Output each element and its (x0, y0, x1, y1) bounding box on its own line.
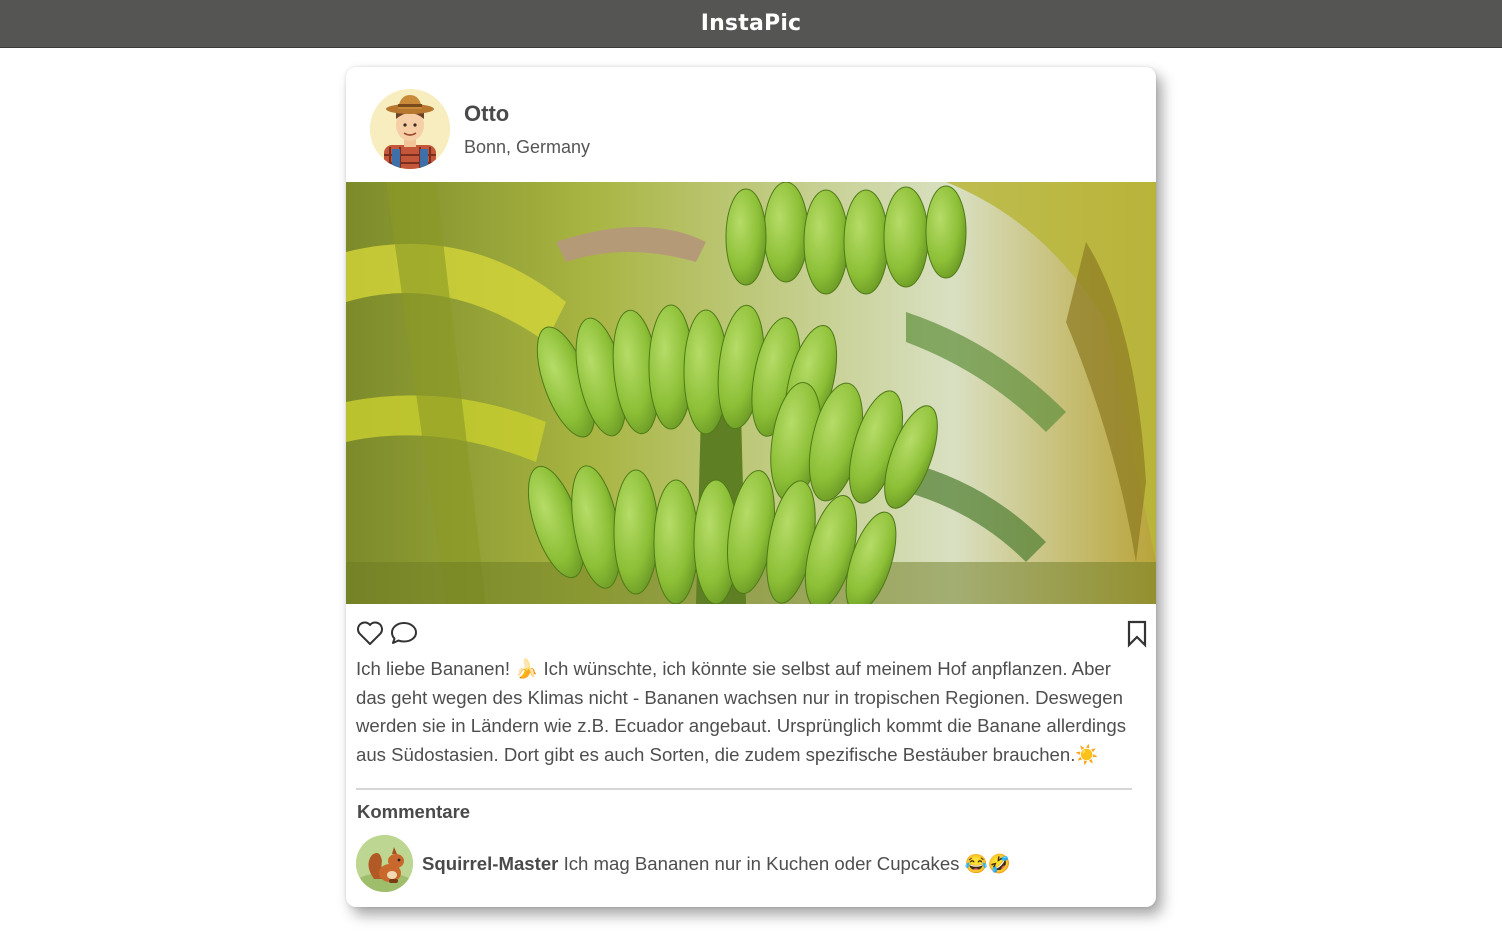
comment-item: Squirrel-Master Ich mag Bananen nur in K… (356, 835, 1146, 893)
app-header: InstaPic (0, 0, 1502, 48)
comment-icon[interactable] (389, 618, 419, 648)
post-location[interactable]: Bonn, Germany (464, 137, 590, 158)
post-username[interactable]: Otto (464, 101, 509, 127)
comment-username[interactable]: Squirrel-Master (422, 853, 558, 874)
comments-heading: Kommentare (357, 801, 471, 822)
post-card: Otto Bonn, Germany Ich liebe Bananen! 🍌 … (346, 67, 1156, 907)
user-avatar[interactable] (370, 89, 450, 169)
post-caption: Ich liebe Bananen! 🍌 Ich wünschte, ich k… (356, 658, 1127, 765)
app-title: InstaPic (700, 11, 802, 36)
commenter-avatar[interactable] (356, 835, 413, 892)
post-actions (346, 615, 1156, 649)
post-image-bananas[interactable] (346, 182, 1156, 604)
comment-text: Ich mag Bananen nur in Kuchen oder Cupca… (563, 853, 1011, 874)
post-header: Otto Bonn, Germany (346, 67, 1156, 182)
bookmark-icon[interactable] (1122, 618, 1152, 648)
divider (356, 788, 1132, 790)
heart-icon[interactable] (355, 618, 385, 648)
